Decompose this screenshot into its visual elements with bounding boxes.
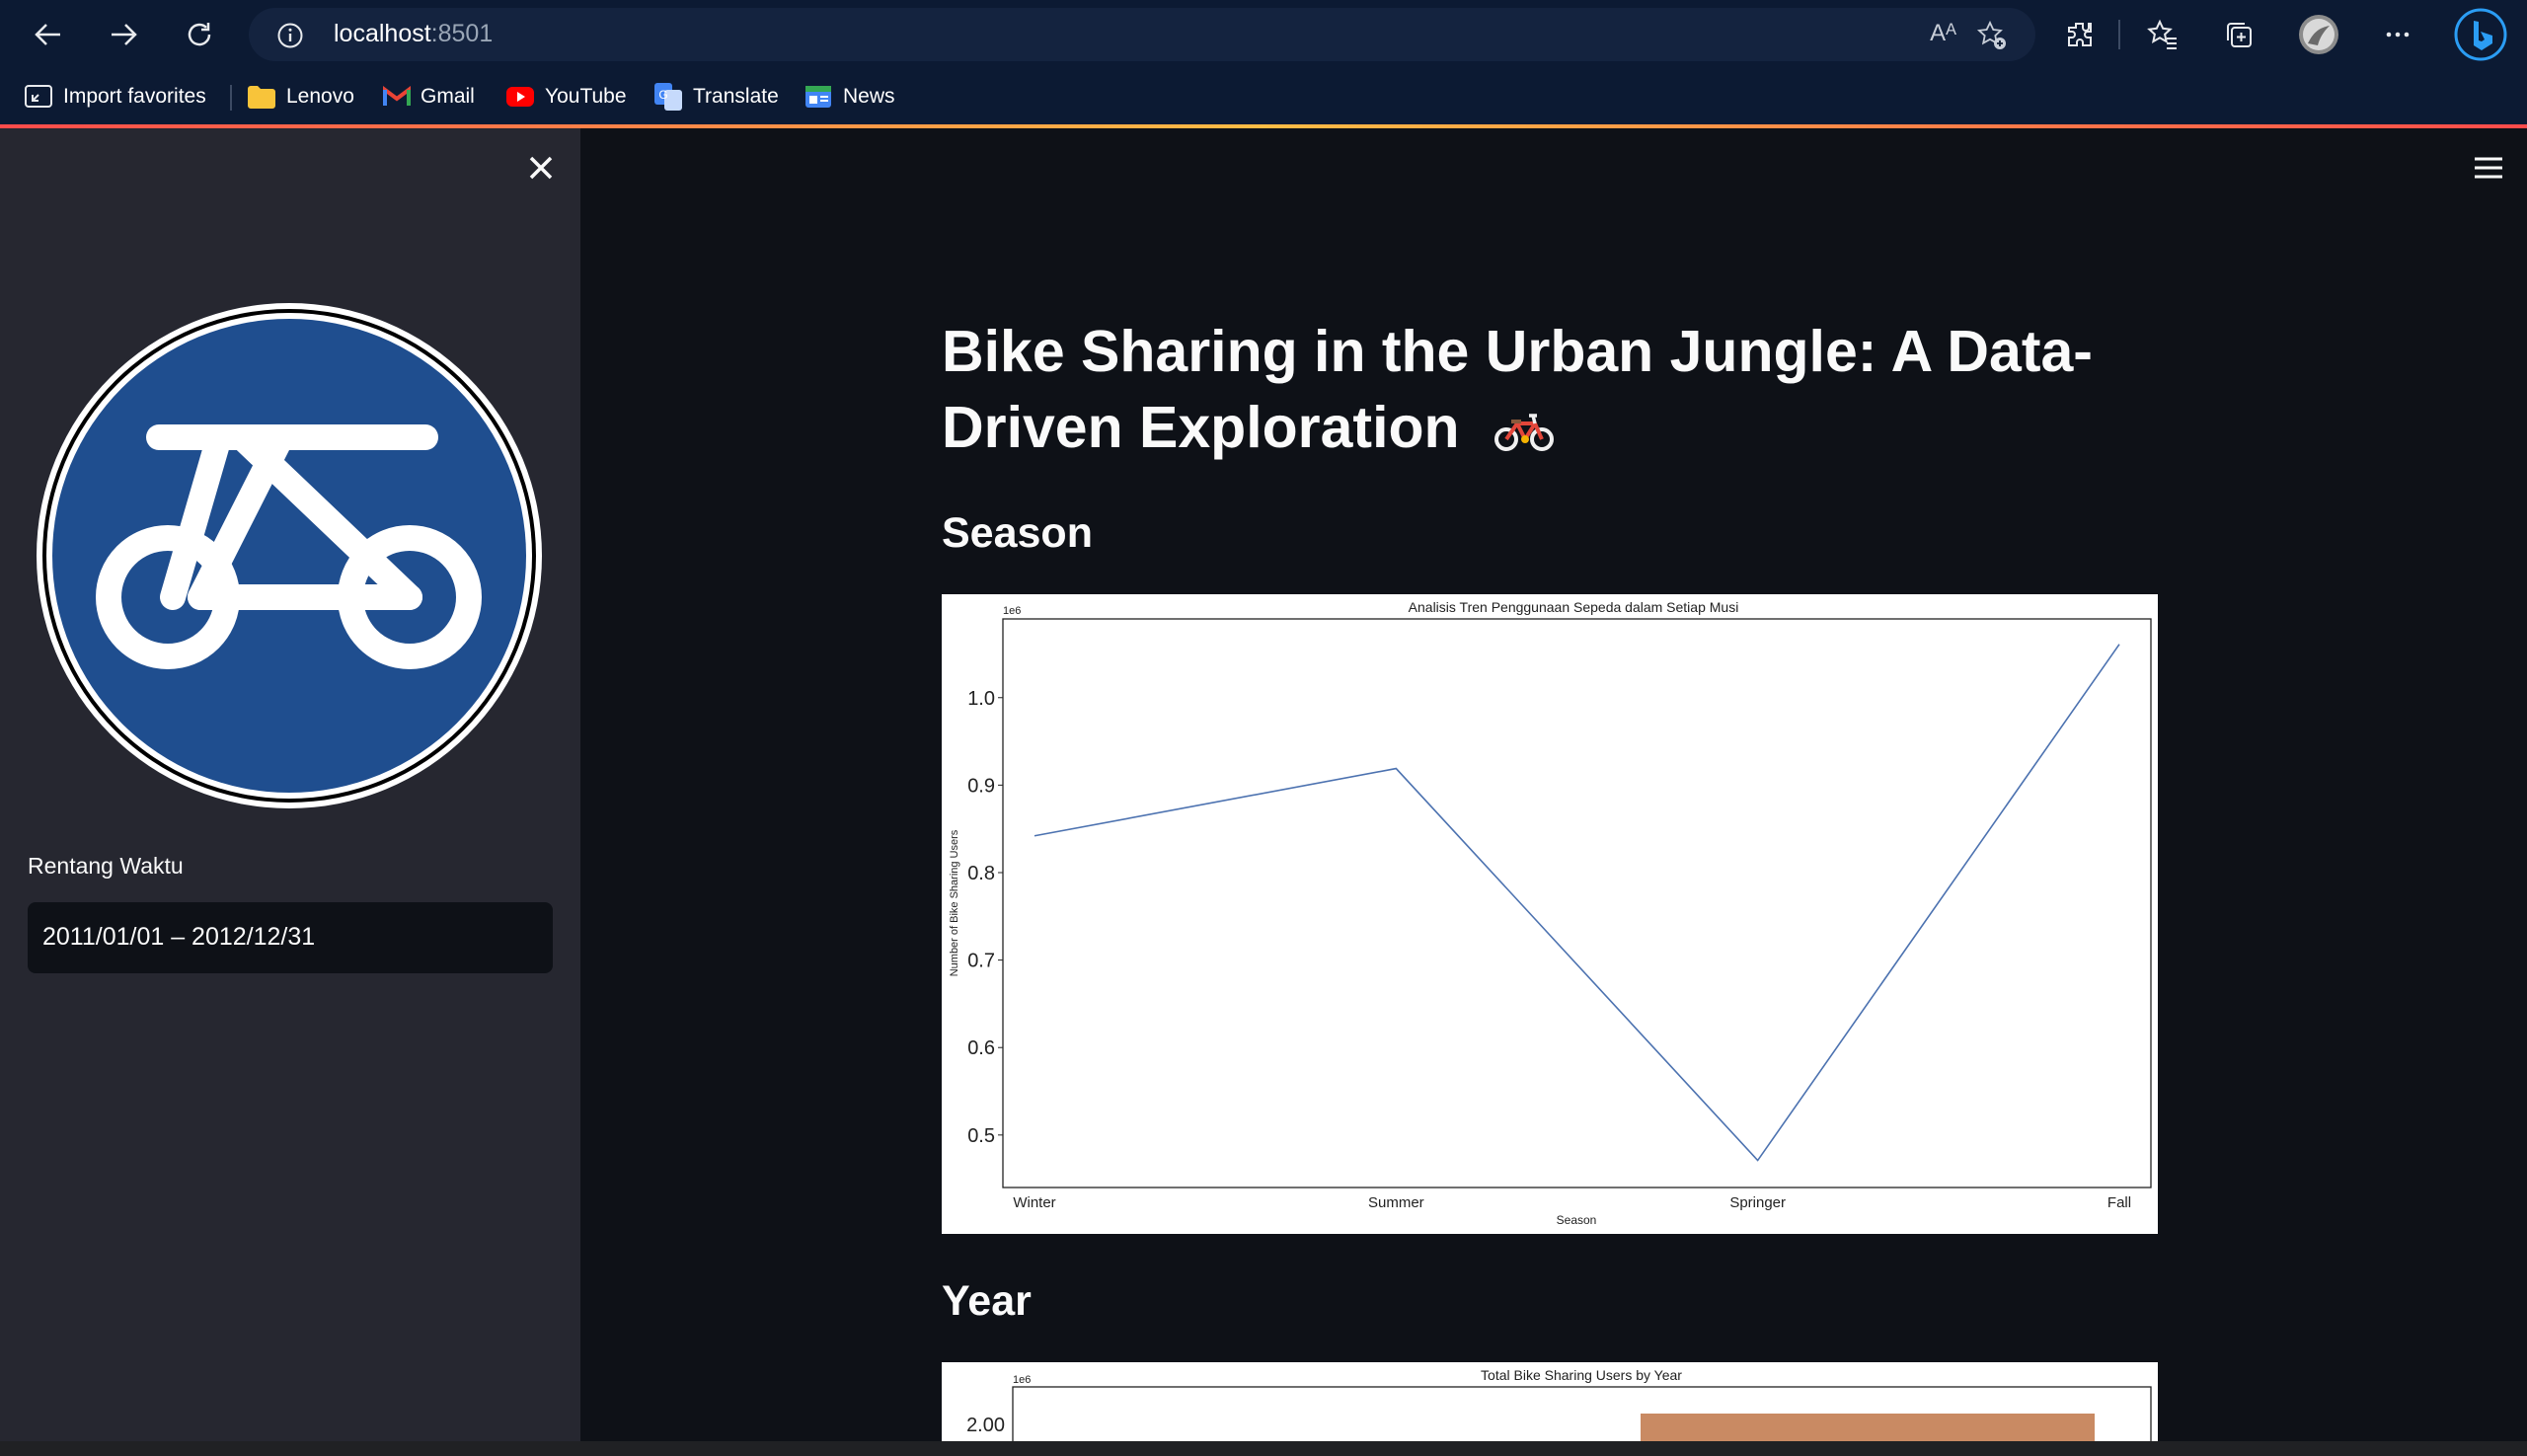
y-tick-label: 0.8 bbox=[967, 863, 995, 884]
x-tick-label: Fall bbox=[2107, 1194, 2131, 1211]
favorites-button[interactable] bbox=[2140, 12, 2185, 57]
x-tick-label: Springer bbox=[1729, 1194, 1786, 1211]
x-tick-label: Summer bbox=[1368, 1194, 1424, 1211]
favorite-add-icon[interactable] bbox=[1976, 20, 2008, 51]
chart-title: Total Bike Sharing Users by Year bbox=[1481, 1367, 1682, 1383]
import-icon bbox=[25, 85, 52, 108]
chart-scale-note: 1e6 bbox=[1013, 1374, 1031, 1386]
gmail-icon bbox=[383, 86, 411, 106]
url-text[interactable]: localhost:8501 bbox=[334, 20, 493, 48]
page-title: Bike Sharing in the Urban Jungle: A Data… bbox=[942, 314, 2106, 466]
season-chart: Analisis Tren Penggunaan Sepeda dalam Se… bbox=[942, 594, 2158, 1234]
folder-icon bbox=[248, 86, 275, 109]
svg-text:G: G bbox=[658, 88, 667, 102]
collections-button[interactable] bbox=[2216, 12, 2261, 57]
y-tick-label: 0.9 bbox=[967, 775, 995, 797]
read-aloud-icon[interactable]: Aᴬ bbox=[1930, 20, 1956, 47]
chart-scale-note: 1e6 bbox=[1003, 605, 1021, 617]
year-heading: Year bbox=[942, 1277, 1032, 1325]
extensions-button[interactable] bbox=[2057, 12, 2103, 57]
news-icon bbox=[805, 86, 831, 108]
x-axis-label: Season bbox=[1557, 1213, 1597, 1227]
close-icon bbox=[529, 156, 553, 180]
youtube-icon bbox=[506, 87, 534, 107]
y-tick-label: 0.6 bbox=[967, 1037, 995, 1059]
address-bar[interactable]: localhost:8501 Aᴬ bbox=[249, 8, 2035, 61]
y-tick-label: 2.00 bbox=[966, 1415, 1005, 1436]
bicycle-icon bbox=[1493, 414, 1554, 451]
season-heading: Season bbox=[942, 509, 1093, 557]
toolbar-divider bbox=[2118, 20, 2120, 49]
window-bottom-bar bbox=[0, 1441, 2527, 1456]
browser-toolbar: localhost:8501 Aᴬ bbox=[0, 0, 2527, 69]
profile-avatar bbox=[2299, 15, 2338, 54]
bing-button[interactable] bbox=[2454, 8, 2507, 61]
bing-icon bbox=[2454, 8, 2507, 61]
back-button[interactable] bbox=[24, 10, 73, 59]
translate-icon: G bbox=[654, 83, 682, 111]
page-title-line2: Driven Exploration bbox=[942, 395, 1460, 460]
page-title-line1: Bike Sharing in the Urban Jungle: A Data… bbox=[942, 319, 2093, 384]
close-sidebar-button[interactable] bbox=[523, 150, 559, 186]
chart-plot-frame bbox=[1002, 618, 2152, 1188]
season-trend-line bbox=[1034, 644, 2120, 1162]
year-chart-svg: Total Bike Sharing Users by Year 1e6 2.0… bbox=[966, 1367, 2152, 1441]
more-icon bbox=[2386, 32, 2410, 38]
bookmark-youtube[interactable]: YouTube bbox=[505, 79, 627, 115]
bookmark-divider bbox=[230, 85, 232, 111]
bookmark-news[interactable]: News bbox=[804, 79, 895, 115]
date-range-label: Rentang Waktu bbox=[28, 853, 184, 879]
refresh-button[interactable] bbox=[175, 10, 224, 59]
back-icon bbox=[35, 24, 60, 45]
chart-title: Analisis Tren Penggunaan Sepeda dalam Se… bbox=[1409, 599, 1739, 615]
info-icon[interactable] bbox=[276, 22, 304, 49]
extensions-icon bbox=[2068, 23, 2092, 46]
y-axis-label: Number of Bike Sharing Users bbox=[949, 829, 960, 976]
forward-button[interactable] bbox=[99, 10, 148, 59]
date-range-value: 2011/01/01 – 2012/12/31 bbox=[42, 923, 316, 951]
season-chart-svg: Analisis Tren Penggunaan Sepeda dalam Se… bbox=[949, 599, 2152, 1227]
bookmark-gmail[interactable]: Gmail bbox=[383, 79, 475, 115]
bookmark-import-favorites[interactable]: Import favorites bbox=[24, 79, 206, 115]
main-menu-icon[interactable] bbox=[2474, 156, 2503, 180]
forward-icon bbox=[112, 24, 137, 45]
bookmark-translate[interactable]: G Translate bbox=[653, 79, 779, 115]
refresh-icon bbox=[188, 23, 211, 46]
x-tick-label: Winter bbox=[1013, 1194, 1055, 1211]
y-tick-label: 1.0 bbox=[967, 688, 995, 710]
bookmark-lenovo[interactable]: Lenovo bbox=[247, 79, 354, 115]
bar-year bbox=[1641, 1414, 2095, 1441]
y-tick-label: 0.7 bbox=[967, 951, 995, 972]
collections-icon bbox=[2227, 23, 2252, 47]
more-button[interactable] bbox=[2375, 12, 2420, 57]
date-range-input[interactable]: 2011/01/01 – 2012/12/31 bbox=[28, 902, 553, 973]
bookmarks-bar: Import favorites Lenovo Gmail YouTube G … bbox=[0, 69, 2527, 124]
favorites-icon bbox=[2147, 19, 2177, 49]
profile-button[interactable] bbox=[2296, 12, 2341, 57]
bike-lane-sign-logo bbox=[37, 303, 542, 808]
year-chart: Total Bike Sharing Users by Year 1e6 2.0… bbox=[942, 1362, 2158, 1441]
y-tick-label: 0.5 bbox=[967, 1125, 995, 1147]
